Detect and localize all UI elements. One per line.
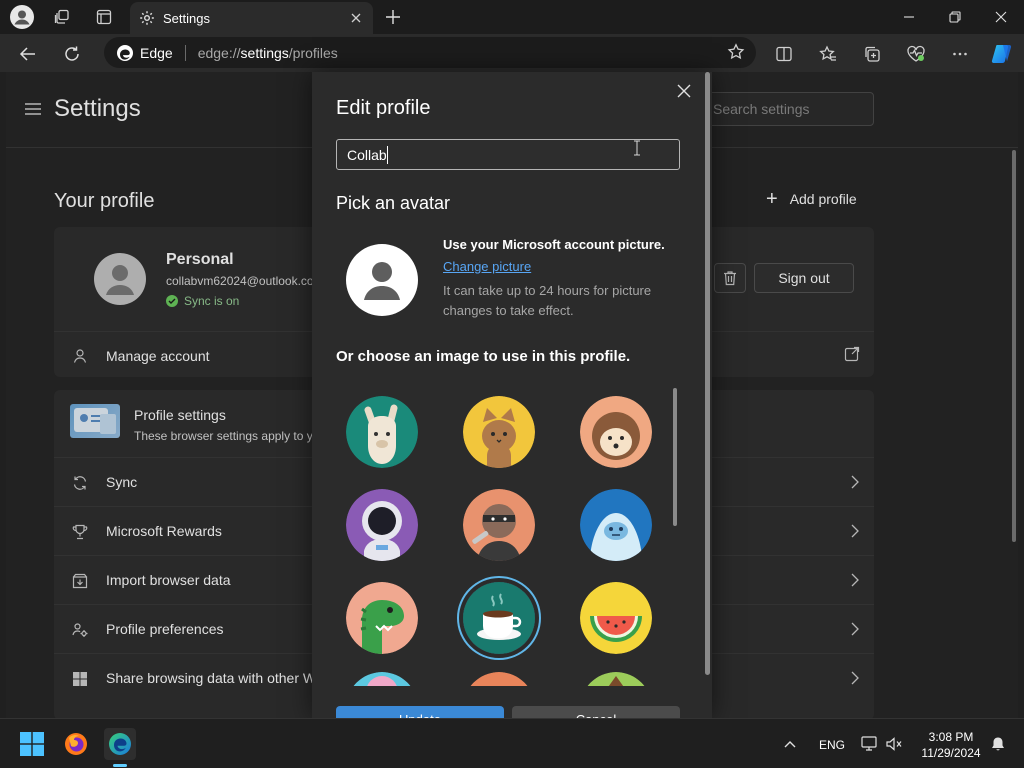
astronaut-avatar[interactable] — [346, 489, 418, 561]
microsoft-account-picture[interactable] — [346, 244, 418, 316]
new-tab-icon[interactable] — [381, 5, 405, 29]
edit-profile-dialog: Edit profile Pick an avatar Use your Mic… — [312, 72, 712, 718]
start-windows-icon[interactable] — [16, 728, 48, 760]
dialog-scrollbar[interactable] — [705, 72, 710, 675]
language-indicator[interactable]: ENG — [819, 738, 845, 752]
dinosaur-avatar[interactable] — [346, 582, 418, 654]
address-bar[interactable]: Edge edge://settings/profiles — [104, 37, 756, 68]
back-arrow-icon[interactable] — [14, 40, 42, 68]
tab-strip: Settings — [0, 0, 1024, 34]
tab-actions-icon[interactable] — [92, 5, 116, 29]
split-screen-icon[interactable] — [770, 40, 798, 68]
update-button[interactable]: Update — [336, 706, 504, 718]
yeti-avatar[interactable] — [580, 489, 652, 561]
hedgehog-avatar[interactable] — [580, 396, 652, 468]
close-window-icon[interactable] — [978, 0, 1024, 34]
address-divider — [184, 44, 186, 61]
partial-avatar-3[interactable] — [580, 672, 652, 686]
notification-bell-icon[interactable] — [986, 728, 1010, 760]
avatar-grid — [312, 386, 712, 686]
llama-avatar[interactable] — [346, 396, 418, 468]
edge-logo-icon — [117, 44, 133, 61]
active-app-indicator — [113, 764, 127, 767]
close-dialog-icon[interactable] — [674, 81, 694, 101]
collections-icon[interactable] — [858, 40, 886, 68]
windows-taskbar: ENG 3:08 PM 11/29/2024 — [0, 718, 1024, 768]
edge-taskbar-icon[interactable] — [104, 728, 136, 760]
favorite-star-icon[interactable] — [726, 42, 746, 62]
avatar-grid-scrollbar[interactable] — [673, 388, 677, 526]
more-options-icon[interactable] — [946, 40, 974, 68]
workspaces-icon[interactable] — [50, 5, 74, 29]
tab-settings[interactable]: Settings — [130, 2, 373, 34]
restore-icon[interactable] — [932, 0, 978, 34]
ms-picture-title: Use your Microsoft account picture. — [443, 237, 665, 252]
network-icon[interactable] — [856, 728, 884, 760]
partial-avatar-1[interactable] — [346, 672, 418, 686]
volume-muted-icon[interactable] — [882, 728, 906, 760]
tab-title: Settings — [163, 10, 210, 26]
minimize-icon[interactable] — [886, 0, 932, 34]
coffee-avatar[interactable] — [463, 582, 535, 654]
text-caret — [387, 146, 388, 164]
browser-essentials-icon[interactable] — [902, 40, 930, 68]
url-text: edge://settings/profiles — [197, 44, 338, 61]
cancel-button[interactable]: Cancel — [512, 706, 680, 718]
clock-time: 3:08 PM — [928, 730, 974, 744]
system-clock[interactable]: 3:08 PM 11/29/2024 — [916, 729, 986, 761]
close-tab-icon[interactable] — [345, 7, 367, 29]
watermelon-avatar[interactable] — [580, 582, 652, 654]
partial-avatar-2[interactable] — [463, 672, 535, 686]
ms-picture-note: It can take up to 24 hours for picture c… — [443, 283, 652, 318]
copilot-icon[interactable] — [988, 40, 1016, 68]
ninja-avatar[interactable] — [463, 489, 535, 561]
refresh-icon[interactable] — [58, 40, 86, 68]
favorites-icon[interactable] — [814, 40, 842, 68]
chevron-up-icon[interactable] — [778, 728, 802, 760]
clock-date: 11/29/2024 — [921, 746, 981, 760]
dialog-title: Edit profile — [336, 97, 431, 119]
choose-image-heading: Or choose an image to use in this profil… — [336, 348, 631, 365]
change-picture-link[interactable]: Change picture — [443, 259, 531, 274]
gear-icon — [140, 11, 154, 25]
pick-avatar-heading: Pick an avatar — [336, 193, 451, 213]
mouse-ibeam-cursor-icon — [634, 140, 640, 156]
profile-avatar-icon[interactable] — [10, 5, 34, 29]
dialog-footer: Update Cancel — [312, 702, 712, 718]
toolbar: Edge edge://settings/profiles — [0, 34, 1024, 72]
cat-avatar[interactable] — [463, 396, 535, 468]
edge-brand-label: Edge — [140, 44, 173, 61]
firefox-icon[interactable] — [60, 728, 92, 760]
